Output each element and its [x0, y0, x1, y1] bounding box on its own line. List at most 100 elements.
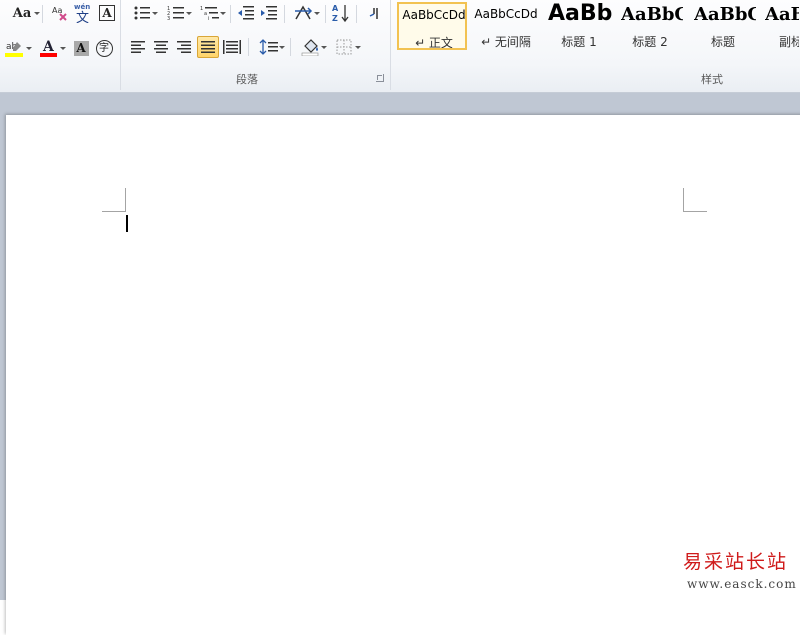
- font-color-button[interactable]: A: [36, 37, 66, 59]
- svg-text:a: a: [204, 11, 207, 17]
- sort-icon: A Z: [332, 4, 349, 23]
- shading-button[interactable]: [296, 36, 327, 58]
- show-formatting-marks-button[interactable]: [363, 2, 385, 24]
- style-name: ↵ 无间隔: [481, 35, 531, 49]
- change-case-button[interactable]: Aa: [8, 2, 40, 24]
- numbered-list-icon: 1 2 3: [167, 6, 184, 21]
- document-area: [0, 93, 800, 635]
- chevron-down-icon: [220, 12, 226, 15]
- decrease-indent-button[interactable]: [235, 2, 257, 24]
- chevron-down-icon: [314, 12, 320, 15]
- bullets-button[interactable]: [127, 2, 158, 24]
- align-left-icon: [131, 41, 145, 53]
- enclose-characters-icon: 字: [95, 39, 113, 57]
- decrease-indent-icon: [238, 6, 254, 20]
- document-page[interactable]: [6, 115, 800, 635]
- svg-text:wén: wén: [74, 3, 90, 11]
- style-preview: AaBbCcDd: [402, 8, 466, 22]
- paragraph-dialog-launcher-icon[interactable]: [376, 74, 384, 82]
- watermark-url: www.easck.com: [687, 577, 797, 591]
- text-highlight-button[interactable]: ab: [2, 37, 32, 59]
- styles-group-label: 样式: [701, 73, 723, 86]
- chevron-down-icon: [355, 46, 361, 49]
- character-border-icon: A: [99, 5, 115, 21]
- style-normal[interactable]: AaBbCcDd ↵ 正文: [397, 2, 467, 50]
- align-left-button[interactable]: [127, 36, 149, 58]
- highlighter-icon: ab: [5, 42, 23, 57]
- align-right-button[interactable]: [173, 36, 195, 58]
- svg-text:Z: Z: [332, 14, 338, 23]
- style-heading-1[interactable]: AaBb 标题 1: [543, 2, 613, 50]
- style-name: ↵ 正文: [415, 36, 453, 50]
- chinese-layout-icon: [295, 5, 313, 20]
- svg-text:文: 文: [76, 11, 89, 23]
- enclose-characters-button[interactable]: 字: [93, 37, 115, 59]
- clear-formatting-button[interactable]: Aa: [49, 2, 71, 24]
- chevron-down-icon: [26, 47, 32, 50]
- borders-icon: [336, 39, 352, 55]
- chinese-layout-button[interactable]: [289, 2, 320, 24]
- character-border-button[interactable]: A: [96, 2, 118, 24]
- svg-text:1: 1: [200, 6, 203, 12]
- borders-button[interactable]: [330, 36, 361, 58]
- chevron-down-icon: [321, 46, 327, 49]
- margin-corner-mark: [683, 188, 684, 211]
- align-center-button[interactable]: [150, 36, 172, 58]
- ribbon: Aa Aa wén 文 A ab A A 字 1 2 3 1 a i A Z 段…: [0, 0, 800, 93]
- increase-indent-button[interactable]: [258, 2, 280, 24]
- clear-formatting-icon: Aa: [52, 6, 67, 21]
- character-shading-button[interactable]: A: [70, 37, 92, 59]
- style-name: 标题: [710, 35, 735, 49]
- paint-bucket-icon: [301, 39, 319, 56]
- style-preview: AaB: [765, 4, 799, 25]
- svg-text:3: 3: [167, 16, 170, 21]
- style-subtitle[interactable]: AaB 副标: [758, 2, 800, 50]
- paragraph-group-label: 段落: [236, 73, 258, 86]
- font-color-icon: A: [40, 39, 57, 57]
- phonetic-guide-icon: wén 文: [74, 3, 90, 23]
- phonetic-guide-button[interactable]: wén 文: [72, 2, 94, 24]
- margin-corner-mark: [102, 211, 126, 212]
- align-right-icon: [177, 41, 191, 53]
- chevron-down-icon: [279, 46, 285, 49]
- distributed-align-icon: [223, 40, 241, 54]
- style-preview: AaBb: [548, 2, 613, 26]
- numbering-button[interactable]: 1 2 3: [161, 2, 192, 24]
- divider: [284, 5, 285, 23]
- svg-text:i: i: [208, 16, 209, 21]
- paragraph-mark-icon: [369, 8, 378, 19]
- chevron-down-icon: [60, 47, 66, 50]
- text-cursor: [126, 215, 128, 232]
- svg-text:A: A: [332, 4, 339, 13]
- divider: [230, 5, 231, 23]
- divider: [42, 5, 43, 23]
- style-heading-2[interactable]: AaBbC 标题 2: [614, 2, 684, 50]
- distributed-button[interactable]: [221, 36, 243, 58]
- style-preview: AaBbC: [621, 4, 684, 25]
- increase-indent-icon: [261, 6, 277, 20]
- style-name: 副标: [779, 35, 799, 49]
- margin-corner-mark: [683, 211, 707, 212]
- multilevel-list-button[interactable]: 1 a i: [195, 2, 226, 24]
- align-justify-icon: [201, 41, 215, 53]
- style-name: 标题 2: [632, 35, 668, 49]
- margin-corner-mark: [125, 188, 126, 211]
- style-preview: AaBbC: [694, 4, 757, 25]
- divider: [248, 38, 249, 56]
- align-center-icon: [154, 41, 168, 53]
- chevron-down-icon: [152, 12, 158, 15]
- line-spacing-button[interactable]: [254, 36, 285, 58]
- sort-button[interactable]: A Z: [330, 2, 352, 24]
- chevron-down-icon: [34, 12, 40, 15]
- justify-button[interactable]: [197, 36, 219, 58]
- divider: [325, 5, 326, 23]
- change-case-icon: Aa: [12, 5, 32, 21]
- style-title[interactable]: AaBbC 标题: [687, 2, 757, 50]
- svg-text:A: A: [42, 39, 55, 55]
- style-preview: AaBbCcDd: [474, 7, 538, 21]
- group-separator: [120, 0, 121, 90]
- style-no-spacing[interactable]: AaBbCcDd ↵ 无间隔: [470, 2, 540, 50]
- divider: [356, 5, 357, 23]
- style-name: 标题 1: [561, 35, 597, 49]
- group-separator: [390, 0, 391, 90]
